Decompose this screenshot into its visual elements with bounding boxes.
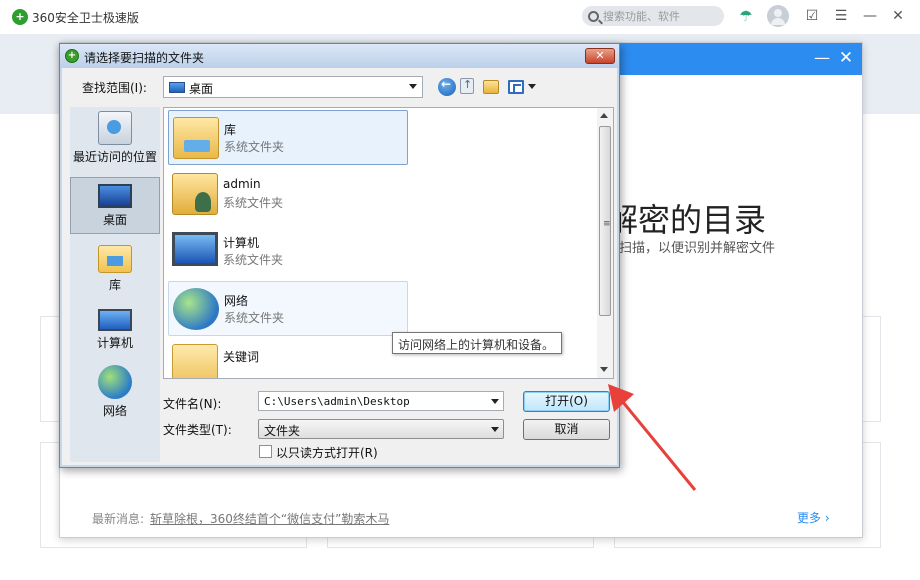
item-name: 库 [224, 123, 237, 137]
back-icon[interactable] [438, 77, 456, 96]
folder-picker-dialog: + 请选择要扫描的文件夹 ✕ 查找范围(I): 桌面 最近访问的位置 桌面 [59, 43, 620, 468]
umbrella-icon[interactable]: ☂ [736, 7, 756, 25]
list-item-computer[interactable]: 计算机 系统文件夹 [168, 224, 408, 279]
desktop-icon [98, 184, 132, 208]
dialog-close-button[interactable]: ✕ [585, 48, 615, 64]
place-computer[interactable]: 计算机 [70, 303, 160, 359]
minimize-icon[interactable]: — [860, 6, 880, 26]
desktop-icon [169, 82, 185, 93]
network-tooltip: 访问网络上的计算机和设备。 [392, 332, 562, 354]
list-item-admin[interactable]: admin 系统文件夹 [168, 167, 408, 222]
red-annotation-arrow-icon [608, 384, 697, 491]
close-icon[interactable]: ✕ [836, 47, 856, 69]
item-name: 关键词 [223, 350, 260, 364]
item-name: admin [223, 177, 261, 191]
place-library[interactable]: 库 [70, 241, 160, 297]
list-item-keywords[interactable]: 关键词 [168, 338, 408, 378]
dialog-body: 查找范围(I): 桌面 最近访问的位置 桌面 库 [62, 68, 617, 465]
chevron-down-icon[interactable] [491, 399, 499, 404]
place-label: 库 [108, 278, 121, 292]
dialog-title: 请选择要扫描的文件夹 [84, 51, 205, 65]
look-in-label: 查找范围(I): [82, 81, 147, 95]
folder-icon [172, 344, 218, 378]
more-link[interactable]: 更多 › [797, 509, 830, 526]
minimize-icon[interactable]: — [812, 47, 832, 69]
recent-places-icon [98, 111, 132, 145]
view-menu-icon[interactable] [508, 80, 524, 94]
user-folder-icon [172, 173, 218, 215]
item-name: 计算机 [223, 236, 260, 250]
library-icon [98, 245, 132, 273]
list-item-network[interactable]: 网络 系统文件夹 [168, 281, 408, 336]
place-label: 网络 [102, 404, 127, 418]
readonly-label: 以只读方式打开(R) [276, 446, 378, 460]
chevron-down-icon [409, 84, 417, 89]
news-link[interactable]: 斩草除根，360终结首个“微信支付”勒索木马 [150, 510, 389, 527]
filetype-select[interactable]: 文件夹 [258, 419, 504, 439]
computer-icon [98, 309, 132, 331]
places-bar: 最近访问的位置 桌面 库 计算机 网络 [70, 107, 160, 462]
chevron-down-icon [491, 427, 499, 432]
look-in-combo[interactable]: 桌面 [163, 76, 423, 98]
place-desktop[interactable]: 桌面 [70, 177, 160, 234]
open-button[interactable]: 打开(O) [523, 391, 610, 412]
item-type: 系统文件夹 [223, 196, 284, 210]
app-titlebar: + 360安全卫士极速版 搜索功能、软件 ☂ ☑ ☰ — ✕ [0, 0, 920, 34]
app-title: 360安全卫士极速版 [32, 11, 139, 25]
vertical-scrollbar[interactable]: ≡ [597, 107, 614, 379]
app-logo-icon: + [65, 49, 79, 63]
app-search-box[interactable]: 搜索功能、软件 [582, 6, 724, 26]
computer-icon [172, 232, 218, 266]
new-folder-icon[interactable] [483, 80, 499, 94]
decrypt-subtitle: 行扫描，以便识别并解密文件 [606, 241, 776, 256]
place-label: 桌面 [102, 213, 127, 227]
scroll-up-icon[interactable] [600, 113, 608, 118]
cancel-button[interactable]: 取消 [523, 419, 610, 440]
news-label: 最新消息: [92, 512, 145, 526]
app-logo-icon: + [12, 9, 28, 25]
up-folder-icon[interactable] [460, 78, 474, 94]
network-icon [173, 288, 219, 330]
filetype-value: 文件夹 [264, 424, 301, 438]
scroll-down-icon[interactable] [600, 367, 608, 372]
item-type: 系统文件夹 [224, 311, 285, 325]
item-type: 系统文件夹 [223, 253, 284, 267]
library-folder-icon [173, 117, 219, 159]
decrypt-heading: 解密的目录 [606, 201, 767, 239]
place-recent[interactable]: 最近访问的位置 [70, 111, 160, 167]
dialog-titlebar: + 请选择要扫描的文件夹 ✕ [60, 44, 619, 68]
scroll-thumb[interactable]: ≡ [599, 126, 611, 316]
network-icon [98, 365, 132, 399]
grip-icon: ≡ [603, 219, 611, 229]
item-type: 系统文件夹 [224, 140, 285, 154]
readonly-checkbox[interactable] [259, 445, 272, 458]
feedback-icon[interactable]: ☑ [802, 6, 822, 26]
avatar-icon[interactable] [767, 5, 789, 27]
menu-icon[interactable]: ☰ [831, 6, 851, 26]
list-item-library[interactable]: 库 系统文件夹 [168, 110, 408, 165]
look-in-value: 桌面 [189, 82, 214, 96]
filename-value: C:\Users\admin\Desktop [264, 395, 410, 408]
place-label: 计算机 [96, 336, 133, 350]
place-label: 最近访问的位置 [72, 150, 157, 164]
filetype-label: 文件类型(T): [163, 423, 232, 437]
close-icon[interactable]: ✕ [888, 6, 908, 26]
item-name: 网络 [224, 294, 249, 308]
search-placeholder: 搜索功能、软件 [603, 10, 680, 23]
filename-input[interactable]: C:\Users\admin\Desktop [258, 391, 504, 411]
search-icon [588, 10, 599, 22]
filename-label: 文件名(N): [163, 397, 222, 411]
chevron-down-icon[interactable] [528, 84, 536, 89]
place-network[interactable]: 网络 [70, 365, 160, 421]
